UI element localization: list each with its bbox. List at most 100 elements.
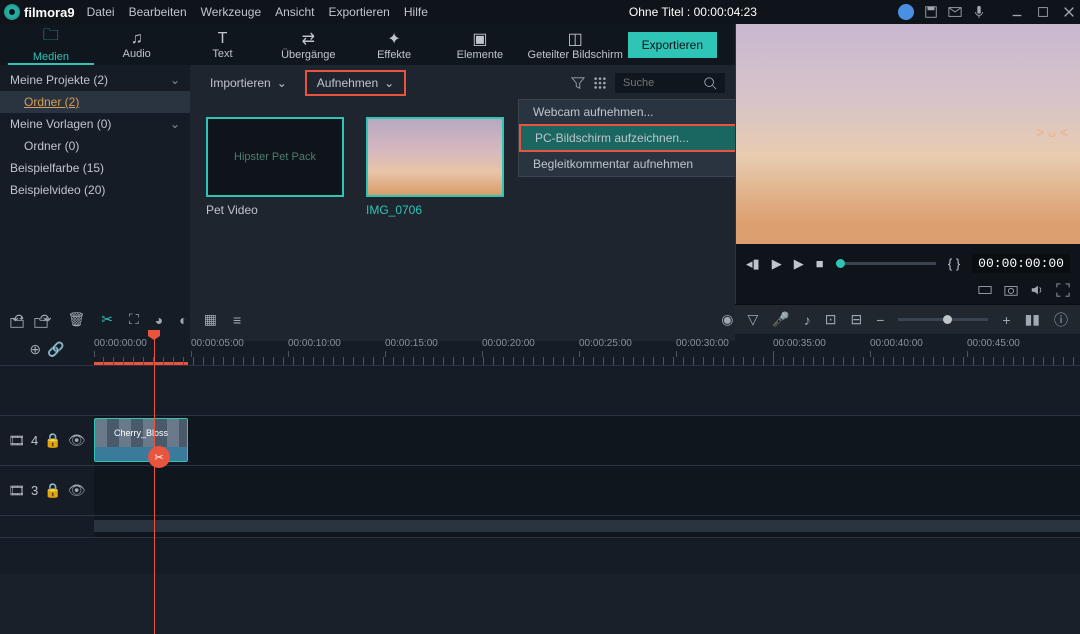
menu-ansicht[interactable]: Ansicht [275, 5, 314, 19]
progress-bar[interactable] [836, 262, 936, 265]
dropdown-voiceover[interactable]: Begleitkommentar aufnehmen [519, 152, 753, 176]
sidebar-item-samplevideo[interactable]: Beispielvideo (20) [0, 179, 190, 201]
dropdown-webcam[interactable]: Webcam aufnehmen... [519, 100, 753, 124]
track-type-icon: 🎞 [9, 483, 26, 499]
menu-datei[interactable]: Datei [87, 5, 115, 19]
tab-label: Audio [123, 48, 151, 60]
snapshot-icon[interactable] [1004, 283, 1018, 297]
undo-icon[interactable]: ↶ [12, 311, 24, 328]
logo-icon [4, 4, 20, 20]
play-back-icon[interactable]: ▶ [772, 256, 782, 272]
import-label: Importieren [210, 76, 271, 90]
thumb-pet-video[interactable]: Hipster Pet Pack Pet Video [206, 117, 344, 217]
tab-effekte[interactable]: ✦ Effekte [351, 24, 437, 65]
tab-elemente[interactable]: ▣ Elemente [437, 24, 523, 65]
menu-exportieren[interactable]: Exportieren [328, 5, 389, 19]
speed-icon[interactable]: ◕ [155, 312, 163, 328]
record-button[interactable]: Aufnehmen ⌄ [305, 70, 406, 96]
tab-text[interactable]: T Text [180, 24, 266, 65]
track-content-extra[interactable] [94, 516, 1080, 537]
color-icon[interactable]: ◐ [179, 312, 187, 328]
filter-icon[interactable] [571, 76, 585, 90]
mic-icon[interactable]: 🎤 [772, 311, 789, 328]
stop-icon[interactable]: ■ [816, 256, 824, 271]
mail-icon[interactable] [948, 5, 962, 19]
titlebar: filmora9 Datei Bearbeiten Werkzeuge Ansi… [0, 0, 1080, 24]
media-sidebar: Meine Projekte (2)⌄ Ordner (2) Meine Vor… [0, 65, 190, 341]
help-icon[interactable]: ⓘ [1054, 310, 1068, 330]
tab-label: Geteilter Bildschirm [528, 49, 623, 61]
audio-mix-icon[interactable]: ♪ [804, 312, 811, 328]
sidebar-item-templates[interactable]: Meine Vorlagen (0)⌄ [0, 113, 190, 135]
minimize-icon[interactable] [1010, 5, 1024, 19]
link-icon[interactable]: 🔗 [47, 341, 64, 358]
search-box[interactable] [615, 73, 725, 93]
preview-video[interactable]: > ᴗ < [736, 24, 1080, 244]
eye-icon[interactable]: 👁 [68, 482, 86, 499]
fullscreen-icon[interactable] [1056, 283, 1070, 297]
save-icon[interactable] [924, 5, 938, 19]
record-icon[interactable]: ◉ [721, 311, 733, 328]
sidebar-item-samplecolor[interactable]: Beispielfarbe (15) [0, 157, 190, 179]
prev-frame-icon[interactable]: ◂▮ [746, 256, 760, 272]
export-button[interactable]: Exportieren [628, 32, 717, 58]
fit-icon[interactable]: ▮▮ [1025, 311, 1040, 328]
user-avatar-icon[interactable] [898, 4, 914, 20]
thumb-img-0706[interactable]: IMG_0706 [366, 117, 504, 217]
play-icon[interactable]: ▶ [794, 256, 804, 272]
tab-label: Medien [33, 51, 69, 63]
dropdown-screen-record[interactable]: PC-Bildschirm aufzeichnen... [519, 124, 753, 152]
track-content-4[interactable]: Cherry_Bloss ✂ [94, 416, 1080, 465]
track-bar[interactable] [94, 520, 1080, 532]
zoom-in-icon[interactable]: + [1002, 312, 1010, 328]
zoom-out-icon[interactable]: − [876, 312, 884, 328]
ruler-tick: 00:00:40:00 [870, 338, 923, 357]
zoom-slider[interactable] [898, 318, 988, 321]
cut-icon[interactable]: ✂ [101, 311, 113, 328]
lock-icon[interactable]: 🔒 [44, 482, 61, 499]
import-button[interactable]: Importieren ⌄ [200, 72, 297, 94]
delete-icon[interactable]: 🗑 [67, 311, 85, 328]
menu-bearbeiten[interactable]: Bearbeiten [129, 5, 187, 19]
preview-overlay: > ᴗ < [1036, 124, 1068, 140]
sidebar-item-folder-0[interactable]: Ordner (0) [0, 135, 190, 157]
eye-icon[interactable]: 👁 [68, 432, 86, 449]
tab-uebergaenge[interactable]: ⇄ Übergänge [265, 24, 351, 65]
marker2-icon[interactable]: ⊟ [850, 311, 862, 328]
shield-icon[interactable]: ▽ [748, 311, 759, 328]
mic-icon[interactable] [972, 5, 986, 19]
zoom-handle[interactable] [943, 315, 952, 324]
tab-audio[interactable]: ♫ Audio [94, 24, 180, 65]
search-icon [703, 76, 717, 90]
redo-icon[interactable]: ↷ [40, 311, 52, 328]
cut-badge-icon[interactable]: ✂ [148, 446, 170, 468]
tab-splitscreen[interactable]: ◫ Geteilter Bildschirm [523, 24, 628, 65]
markers-label[interactable]: { } [948, 256, 960, 271]
tab-medien[interactable]: 🗀 Medien [8, 24, 94, 65]
timeline-clip[interactable]: Cherry_Bloss [94, 418, 188, 462]
quality-icon[interactable] [978, 283, 992, 297]
add-track-icon[interactable]: ⊕ [29, 341, 41, 358]
menu-werkzeuge[interactable]: Werkzeuge [201, 5, 261, 19]
menu-hilfe[interactable]: Hilfe [404, 5, 428, 19]
search-input[interactable] [623, 77, 703, 89]
grid-icon[interactable] [593, 76, 607, 90]
lock-icon[interactable]: 🔒 [44, 432, 61, 449]
marker1-icon[interactable]: ⊡ [825, 311, 837, 328]
volume-icon[interactable] [1030, 283, 1044, 297]
crop-icon[interactable]: ⛶ [129, 311, 139, 328]
track-content-3[interactable] [94, 466, 1080, 515]
adjust-icon[interactable]: ≡ [233, 312, 241, 328]
timeline: ⊕ 🔗 00:00:00:00 00:00:05:00 00:00:10:00 … [0, 334, 1080, 574]
sidebar-item-projects[interactable]: Meine Projekte (2)⌄ [0, 69, 190, 91]
sidebar-item-folder[interactable]: Ordner (2) [0, 91, 190, 113]
progress-handle[interactable] [836, 259, 845, 268]
ruler-tick: 00:00:15:00 [385, 338, 438, 357]
greenscreen-icon[interactable]: ▦ [204, 311, 217, 328]
transition-icon: ⇄ [302, 29, 315, 49]
maximize-icon[interactable] [1036, 5, 1050, 19]
ruler-tick: 00:00:00:00 [94, 338, 147, 357]
playhead[interactable] [154, 334, 155, 634]
timeline-ruler[interactable]: 00:00:00:00 00:00:05:00 00:00:10:00 00:0… [94, 334, 1080, 365]
close-icon[interactable] [1062, 5, 1076, 19]
